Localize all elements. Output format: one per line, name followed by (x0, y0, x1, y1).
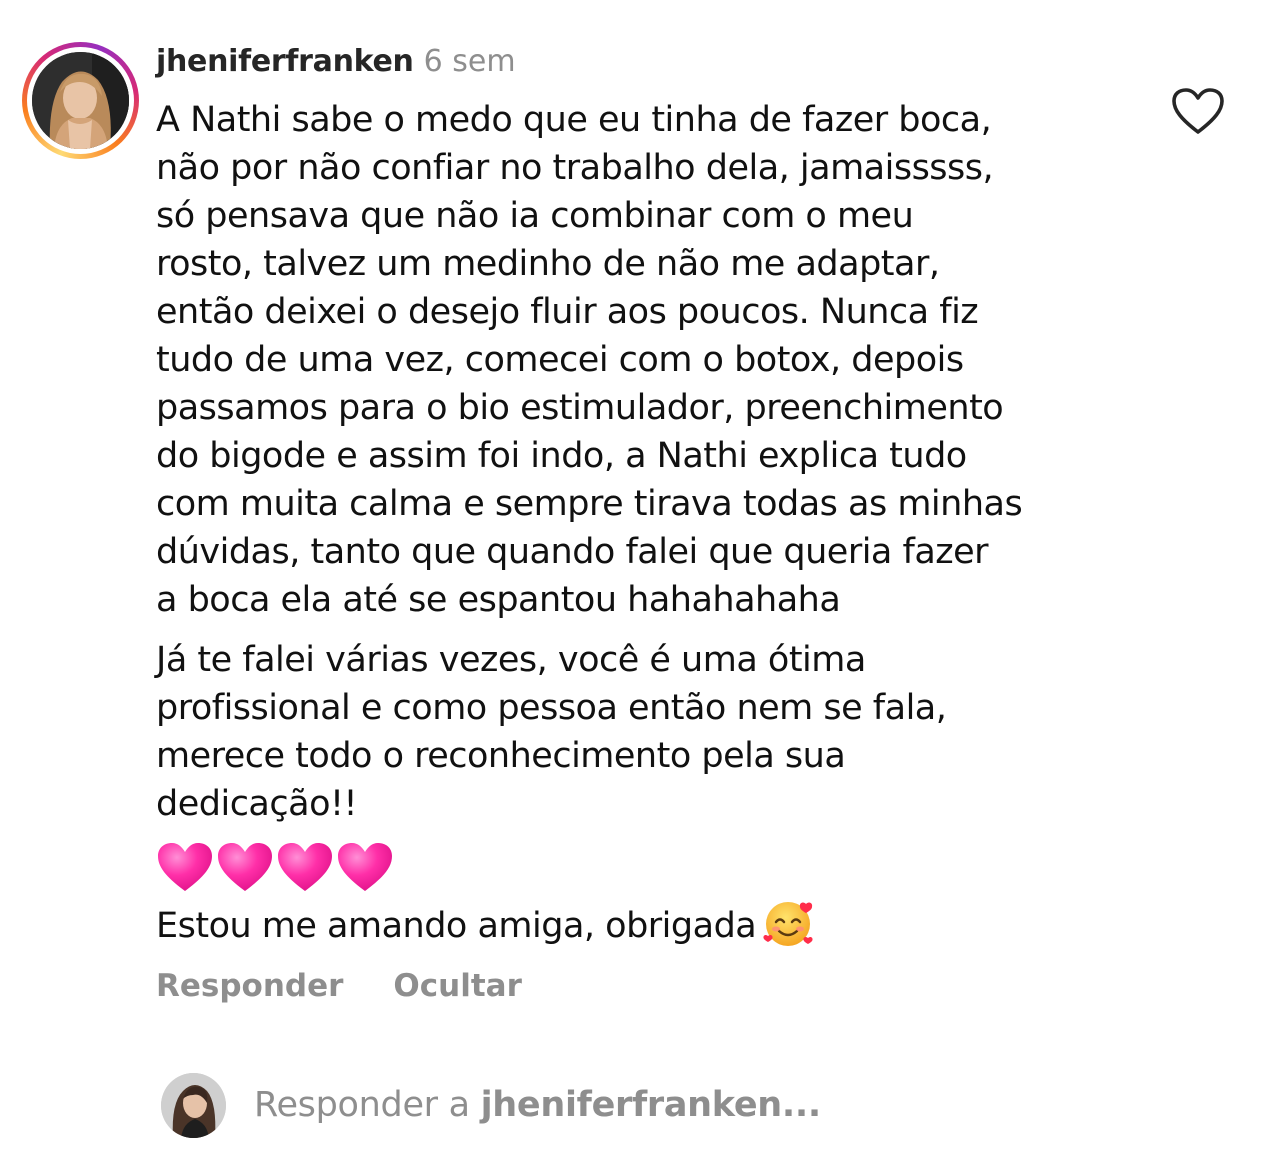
current-user-avatar[interactable] (161, 1073, 226, 1138)
avatar-story-ring[interactable] (22, 42, 139, 159)
reply-bar[interactable]: Responder a jheniferfranken... (0, 1055, 1280, 1151)
comment-text: A Nathi sabe o medo que eu tinha de faze… (156, 96, 1156, 954)
heart-outline-icon[interactable] (1170, 86, 1226, 136)
pink-heart-icon (278, 843, 332, 891)
reply-input[interactable]: Responder a jheniferfranken... (254, 1081, 821, 1129)
pink-heart-icon (158, 843, 212, 891)
pink-heart-icon (338, 843, 392, 891)
current-user-photo (161, 1073, 226, 1138)
comment: jheniferfranken 6 sem A Nathi sabe o medo… (0, 0, 1280, 1030)
avatar-photo (32, 52, 129, 149)
comment-paragraph-3-text: Estou me amando amiga, obrigada (156, 906, 757, 946)
reply-button[interactable]: Responder (156, 965, 343, 1007)
smiling-face-with-hearts-icon (763, 902, 813, 946)
pink-heart-icon (218, 843, 272, 891)
reply-input-prefix: Responder a (254, 1085, 481, 1125)
reply-input-target: jheniferfranken... (480, 1085, 822, 1125)
avatar-ring-gap (27, 47, 134, 154)
username-link[interactable]: jheniferfranken (156, 44, 414, 79)
comment-paragraph-1: A Nathi sabe o medo que eu tinha de faze… (156, 100, 1023, 620)
comment-header: jheniferfranken 6 sem (156, 42, 516, 82)
hearts-emoji-row (156, 838, 1156, 896)
hide-button[interactable]: Ocultar (393, 965, 521, 1007)
comment-paragraph-2: Já te falei várias vezes, você é uma óti… (156, 640, 947, 824)
comment-actions: Responder Ocultar (156, 965, 522, 1007)
comment-paragraph-3: Estou me amando amiga, obrigada (156, 900, 1156, 954)
timestamp: 6 sem (423, 44, 516, 79)
avatar[interactable] (32, 52, 129, 149)
